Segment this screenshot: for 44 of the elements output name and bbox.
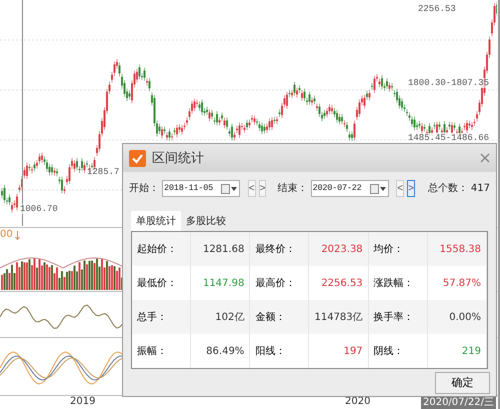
dialog-title: 区间统计 [152, 150, 205, 167]
stat-value: 219 [428, 334, 487, 368]
price-label: 1800.30-1807.35 [408, 78, 490, 88]
stat-value: 57.87% [428, 266, 487, 300]
next-button[interactable]: > [258, 180, 266, 196]
stat-label: 振幅： [132, 334, 192, 368]
check-icon [129, 150, 146, 166]
total-value: 417 [470, 182, 490, 194]
previous-button[interactable]: < [396, 180, 404, 196]
price-label: 1285.7 [87, 167, 120, 177]
ok-button[interactable]: 确定 [435, 372, 490, 394]
date-field[interactable]: 2020-07-22 [310, 180, 389, 196]
stat-value: 1147.98 [191, 266, 250, 300]
stat-label: 最低价： [132, 266, 192, 300]
calendar-icon [370, 184, 379, 194]
volume-label: 00 [0, 229, 13, 240]
previous-button[interactable]: < [248, 180, 256, 196]
stat-label: 阴线： [368, 334, 428, 368]
stat-label: 均价： [368, 232, 428, 266]
axis-label: 2020 [345, 396, 370, 407]
tab[interactable]: 单股统计 [131, 211, 181, 231]
stat-value: 86.49% [191, 334, 250, 368]
caret-icon [380, 186, 386, 190]
next-button[interactable]: > [407, 180, 415, 196]
price-label: 1006.70 [20, 204, 58, 214]
end-label: 结束： [278, 182, 308, 195]
stat-label: 阳线： [250, 334, 310, 368]
down-arrow-icon [15, 231, 20, 240]
axis-label: 2019 [70, 396, 96, 407]
date-field[interactable]: 2018-11-05 [162, 180, 240, 196]
stat-label: 换手率： [368, 300, 428, 334]
start-label: 开始： [129, 182, 159, 195]
price-label: 1485.45-1486.66 [408, 133, 490, 143]
stat-label: 最高价： [250, 266, 310, 300]
total-label: 总个数： [428, 182, 468, 195]
cursor-date: 2020/07/22/三 [420, 396, 496, 409]
close-icon[interactable] [480, 153, 490, 163]
stat-value: 197 [309, 334, 369, 368]
stat-value: 2256.53 [309, 266, 369, 300]
stat-label: 涨跌幅： [368, 266, 428, 300]
caret-icon [231, 186, 237, 190]
calendar-icon [221, 184, 230, 194]
tab[interactable]: 多股比较 [181, 211, 231, 231]
price-label: 2256.53 [418, 4, 456, 14]
